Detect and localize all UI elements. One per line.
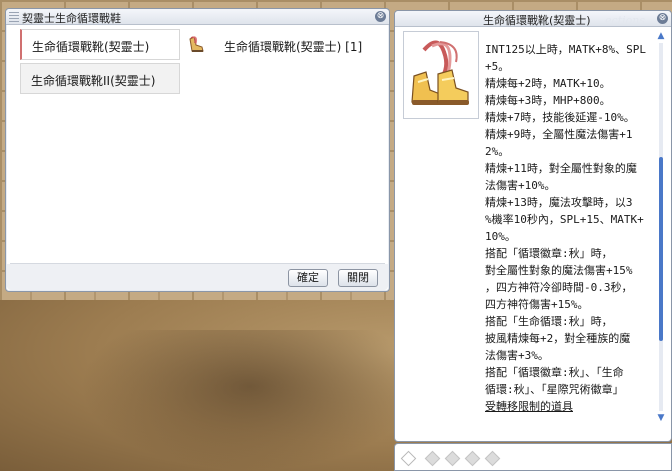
description-titlebar[interactable]: 生命循環戰靴(契靈士) ections ⊗ (395, 11, 671, 27)
item-description-window: 生命循環戰靴(契靈士) ections ⊗ INT125以上時，MATK+8%、… (394, 10, 672, 442)
chat-option-icon[interactable] (464, 450, 481, 467)
item-selection-dialog: 契靈士生命循環戰鞋 ⊗ 生命循環戰靴(契靈士) 生命循環戰靴II(契靈士) 生命… (5, 8, 390, 292)
description-line: %機率10秒內，SPL+15、MATK+ (485, 213, 644, 226)
description-line: 受轉移限制的道具 (485, 400, 573, 413)
drag-grip-icon[interactable] (9, 12, 19, 22)
boots-icon[interactable] (184, 33, 208, 57)
description-line: 2%。 (485, 145, 510, 158)
item-name[interactable]: 生命循環戰靴(契靈士) [1] (224, 38, 362, 55)
description-line: ，四方神符冷卻時間-0.3秒， (485, 281, 633, 294)
description-line: 10%。 (485, 230, 516, 243)
description-line: 精煉+13時，魔法攻擊時，以3 (485, 196, 633, 209)
boots-illustration-icon (411, 40, 469, 105)
description-line: 精煉+11時，對全屬性對象的魔 (485, 162, 637, 175)
scroll-up-icon[interactable]: ▲ (656, 31, 666, 41)
list-item[interactable]: 生命循環戰靴(契靈士) (20, 29, 180, 60)
item-list: 生命循環戰靴(契靈士) 生命循環戰靴II(契靈士) (20, 29, 180, 97)
chat-input-bar[interactable] (394, 443, 672, 471)
list-item[interactable]: 生命循環戰靴II(契靈士) (20, 63, 180, 94)
description-text: INT125以上時，MATK+8%、SPL +5。 精煉每+2時，MATK+10。精… (485, 41, 653, 433)
dialog-footer (7, 264, 388, 290)
description-line: 法傷害+10%。 (485, 179, 556, 192)
description-line: 搭配「生命循環:秋」時， (485, 315, 613, 328)
ok-button[interactable]: 確定 (288, 269, 328, 287)
list-item-label: 生命循環戰靴II(契靈士) (31, 74, 156, 88)
description-line: 精煉+7時，技能後延遲-10%。 (485, 111, 635, 124)
scroll-track[interactable] (659, 43, 663, 411)
description-line: 對全屬性對象的魔法傷害+15% (485, 264, 633, 277)
description-watermark: ections (605, 14, 645, 27)
description-line: 搭配「循環徽章:秋」時， (485, 247, 613, 260)
scroll-down-icon[interactable]: ▼ (656, 413, 666, 423)
dialog-titlebar[interactable]: 契靈士生命循環戰鞋 ⊗ (6, 9, 389, 25)
chat-option-icon[interactable] (484, 450, 501, 467)
description-line: +5。 (485, 60, 510, 73)
description-line: 循環:秋」、「星際咒術徽章」 (485, 383, 624, 396)
description-line: 精煉每+3時，MHP+800。 (485, 94, 611, 107)
list-item-label: 生命循環戰靴(契靈士) (32, 40, 150, 54)
description-close-icon[interactable]: ⊗ (657, 13, 668, 24)
close-button[interactable]: 關閉 (338, 269, 378, 287)
chat-option-icon[interactable] (444, 450, 461, 467)
dialog-close-icon[interactable]: ⊗ (375, 11, 386, 22)
description-title: 生命循環戰靴(契靈士) (483, 14, 591, 27)
description-line: 法傷害+3%。 (485, 349, 549, 362)
item-illustration-frame (403, 31, 479, 119)
chat-option-icon[interactable] (424, 450, 441, 467)
description-line: 搭配「循環徽章:秋」、「生命 (485, 366, 624, 379)
description-line: 四方神符傷害+15%。 (485, 298, 589, 311)
floor-shadow (80, 330, 420, 471)
description-line: INT125以上時，MATK+8%、SPL (485, 43, 646, 56)
description-line: 精煉每+2時，MATK+10。 (485, 77, 611, 90)
description-line: 精煉+9時，全屬性魔法傷害+1 (485, 128, 633, 141)
dialog-title: 契靈士生命循環戰鞋 (22, 12, 121, 25)
description-line: 披風精煉每+2，對全種族的魔 (485, 332, 631, 345)
scroll-thumb[interactable] (659, 157, 663, 341)
description-scrollbar[interactable]: ▲ ▼ (656, 31, 666, 423)
chat-mode-icon[interactable] (400, 450, 417, 467)
